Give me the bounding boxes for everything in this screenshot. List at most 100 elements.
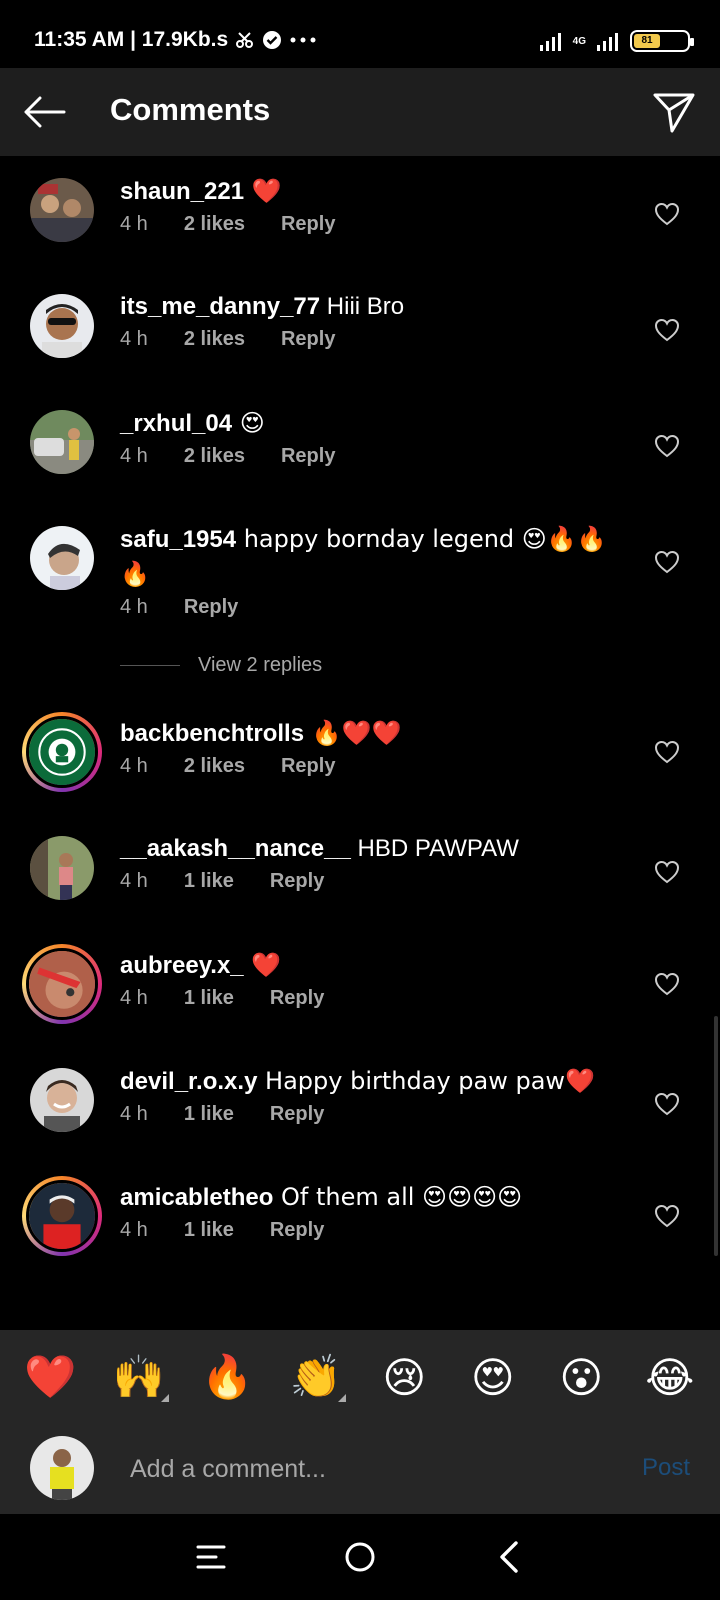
- reaction-laughing[interactable]: 😂: [634, 1353, 706, 1402]
- comment-time: 4 h: [120, 328, 148, 350]
- comment-body: __aakash__nance__ HBD PAWPAW 4 h 1 like …: [120, 832, 620, 893]
- avatar[interactable]: [30, 294, 94, 358]
- comment-body: shaun_221 ❤️ 4 h 2 likes Reply: [120, 174, 620, 236]
- reply-button[interactable]: Reply: [270, 1219, 324, 1242]
- battery-icon: 81: [630, 30, 694, 52]
- system-nav-bar: [0, 1514, 720, 1600]
- comment-message: 🔥❤️❤️: [304, 719, 402, 747]
- comment-likes[interactable]: 1 like: [184, 870, 234, 893]
- comment-username[interactable]: __aakash__nance__: [120, 835, 351, 862]
- reply-button[interactable]: Reply: [184, 596, 238, 619]
- comment-time: 4 h: [120, 755, 148, 777]
- reply-button[interactable]: Reply: [281, 213, 335, 236]
- nav-back-button[interactable]: [484, 1534, 534, 1580]
- comment-meta: 4 h 2 likes Reply: [120, 328, 620, 351]
- comment-message: HBD PAWPAW: [350, 835, 519, 862]
- like-heart-icon[interactable]: [654, 972, 680, 996]
- reply-button[interactable]: Reply: [281, 755, 335, 778]
- comment-body: backbenchtrolls 🔥❤️❤️ 4 h 2 likes Reply: [120, 716, 620, 778]
- avatar[interactable]: [30, 526, 94, 590]
- comment-text: its_me_danny_77 Hiii Bro: [120, 290, 620, 324]
- comment-username[interactable]: safu_1954: [120, 526, 236, 553]
- like-heart-icon[interactable]: [654, 550, 680, 574]
- view-replies-button[interactable]: View 2 replies: [120, 654, 322, 677]
- comment-meta: 4 h 2 likes Reply: [120, 213, 620, 236]
- reaction-surprised[interactable]: 😮: [545, 1353, 617, 1402]
- like-heart-icon[interactable]: [654, 434, 680, 458]
- battery-level: 81: [634, 34, 660, 48]
- comment-body: devil_r.o.x.y Happy birthday paw paw❤️ 4…: [120, 1064, 620, 1126]
- comment-meta: 4 h 1 like Reply: [120, 1103, 620, 1126]
- reply-button[interactable]: Reply: [270, 987, 324, 1010]
- comment-message: Hiii Bro: [320, 293, 405, 320]
- comment-input[interactable]: [130, 1446, 590, 1492]
- reaction-crying[interactable]: 😢: [368, 1353, 440, 1402]
- back-button[interactable]: [16, 86, 72, 138]
- reaction-raised-hands[interactable]: 🙌: [103, 1352, 175, 1402]
- avatar-photo: [30, 410, 94, 474]
- like-heart-icon[interactable]: [654, 1204, 680, 1228]
- scissors-icon: [236, 32, 254, 48]
- comment-message: 😍: [232, 409, 265, 437]
- reply-button[interactable]: Reply: [281, 328, 335, 351]
- avatar-photo: [30, 836, 94, 900]
- comment-username[interactable]: backbenchtrolls: [120, 720, 304, 747]
- page-title: Comments: [110, 92, 271, 127]
- comment-text: shaun_221 ❤️: [120, 174, 620, 209]
- like-heart-icon[interactable]: [654, 740, 680, 764]
- status-icons: [236, 30, 316, 50]
- comment-username[interactable]: aubreey.x_: [120, 952, 244, 979]
- avatar[interactable]: [22, 944, 102, 1024]
- reaction-fire[interactable]: 🔥: [191, 1352, 263, 1402]
- comment-likes[interactable]: 1 like: [184, 1219, 234, 1242]
- comment-text: __aakash__nance__ HBD PAWPAW: [120, 832, 620, 866]
- comment-username[interactable]: devil_r.o.x.y: [120, 1068, 257, 1095]
- comment-likes[interactable]: 2 likes: [184, 213, 245, 236]
- comment-username[interactable]: shaun_221: [120, 178, 244, 205]
- reaction-heart[interactable]: ❤️: [14, 1352, 86, 1402]
- scrollbar[interactable]: [714, 1016, 718, 1256]
- home-button[interactable]: [335, 1534, 385, 1580]
- comment-body: _rxhul_04 😍 4 h 2 likes Reply: [120, 406, 620, 468]
- reply-button[interactable]: Reply: [270, 1103, 324, 1126]
- comments-list[interactable]: shaun_221 ❤️ 4 h 2 likes Reply its_me_da…: [0, 156, 720, 1330]
- comment-likes[interactable]: 1 like: [184, 987, 234, 1010]
- comment-time: 4 h: [120, 987, 148, 1009]
- quick-reactions-bar: ❤️ 🙌 🔥 👏 😢 😍 😮 😂: [0, 1330, 720, 1424]
- avatar[interactable]: [22, 712, 102, 792]
- avatar-photo: [30, 294, 94, 358]
- like-heart-icon[interactable]: [654, 1092, 680, 1116]
- share-button[interactable]: [646, 86, 702, 138]
- menu-icon: [196, 1545, 226, 1569]
- reaction-clap[interactable]: 👏: [280, 1352, 352, 1402]
- comment-meta: 4 h Reply: [120, 596, 620, 619]
- comment-username[interactable]: _rxhul_04: [120, 410, 232, 437]
- like-heart-icon[interactable]: [654, 860, 680, 884]
- like-heart-icon[interactable]: [654, 202, 680, 226]
- comment-likes[interactable]: 2 likes: [184, 755, 245, 778]
- comment-text: devil_r.o.x.y Happy birthday paw paw❤️: [120, 1064, 620, 1099]
- reply-button[interactable]: Reply: [270, 870, 324, 893]
- comment-username[interactable]: its_me_danny_77: [120, 293, 320, 320]
- comment-message: ❤️: [244, 177, 282, 205]
- recents-button[interactable]: [186, 1534, 236, 1580]
- avatar[interactable]: [30, 1068, 94, 1132]
- comment-time: 4 h: [120, 1219, 148, 1241]
- comment-username[interactable]: amicabletheo: [120, 1184, 273, 1211]
- comment-body: aubreey.x_ ❤️ 4 h 1 like Reply: [120, 948, 620, 1010]
- comment-likes[interactable]: 2 likes: [184, 445, 245, 468]
- comment-likes[interactable]: 1 like: [184, 1103, 234, 1126]
- avatar[interactable]: [30, 178, 94, 242]
- avatar[interactable]: [30, 410, 94, 474]
- comment-likes[interactable]: 2 likes: [184, 328, 245, 351]
- like-heart-icon[interactable]: [654, 318, 680, 342]
- comment-text: backbenchtrolls 🔥❤️❤️: [120, 716, 620, 751]
- signal-icon-2: [597, 33, 618, 51]
- avatar-photo: [30, 526, 94, 590]
- avatar[interactable]: [22, 1176, 102, 1256]
- reply-button[interactable]: Reply: [281, 445, 335, 468]
- avatar[interactable]: [30, 836, 94, 900]
- status-time: 11:35 AM | 17.9Kb.s: [34, 28, 229, 51]
- reaction-heart-eyes[interactable]: 😍: [457, 1353, 529, 1402]
- post-button[interactable]: Post: [642, 1454, 690, 1482]
